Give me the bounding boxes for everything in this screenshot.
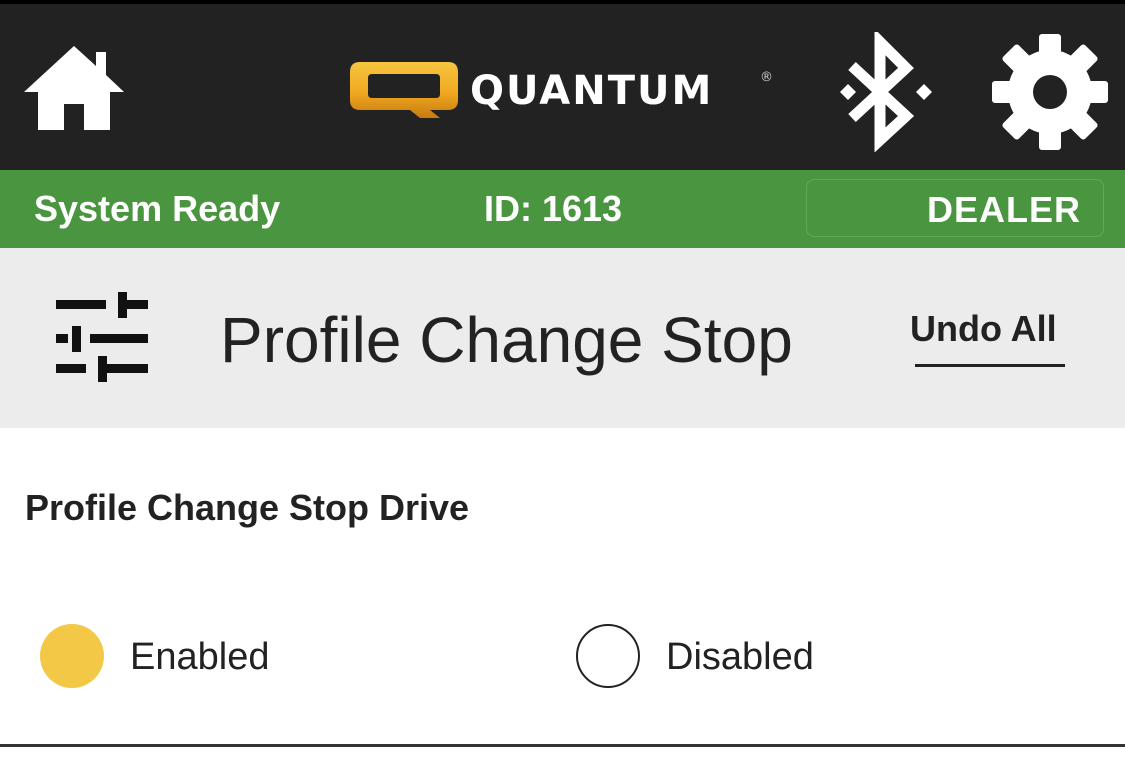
dealer-button[interactable]: DEALER <box>806 179 1104 237</box>
page-title: Profile Change Stop <box>220 304 793 376</box>
undo-underline <box>915 364 1065 367</box>
bluetooth-button[interactable] <box>826 28 938 153</box>
radio-option-disabled[interactable]: Disabled <box>576 624 856 690</box>
home-icon <box>24 46 124 130</box>
quantum-q-mark <box>350 62 458 118</box>
home-button[interactable] <box>22 42 126 134</box>
system-status-text: System Ready <box>34 188 281 229</box>
undo-all-label: Undo All <box>910 308 1057 349</box>
setting-heading: Profile Change Stop Drive <box>25 487 470 528</box>
logo-text: QUANTUM <box>470 68 714 114</box>
device-id-text: ID: 1613 <box>484 188 623 229</box>
radio-unselected-indicator <box>576 624 640 688</box>
bluetooth-icon <box>840 28 932 153</box>
registered-mark: ® <box>760 70 773 85</box>
dealer-label: DEALER <box>926 189 1081 230</box>
bottom-divider <box>0 744 1125 747</box>
top-bar: QUANTUM ® <box>0 0 1125 170</box>
sliders-icon <box>56 292 148 382</box>
gear-icon <box>992 34 1108 150</box>
app-screen: QUANTUM ® System Ready ID: 1613 DEALER P… <box>0 0 1125 782</box>
radio-option-enabled[interactable]: Enabled <box>40 624 320 690</box>
radio-label-enabled: Enabled <box>130 636 270 678</box>
status-bar: System Ready ID: 1613 DEALER <box>0 170 1125 248</box>
quantum-logo: QUANTUM ® <box>348 60 778 124</box>
settings-button[interactable] <box>990 32 1110 152</box>
page-header: Profile Change Stop Undo All <box>0 248 1125 428</box>
radio-selected-indicator <box>40 624 104 688</box>
undo-all-button[interactable]: Undo All <box>900 306 1076 372</box>
radio-label-disabled: Disabled <box>666 636 814 678</box>
